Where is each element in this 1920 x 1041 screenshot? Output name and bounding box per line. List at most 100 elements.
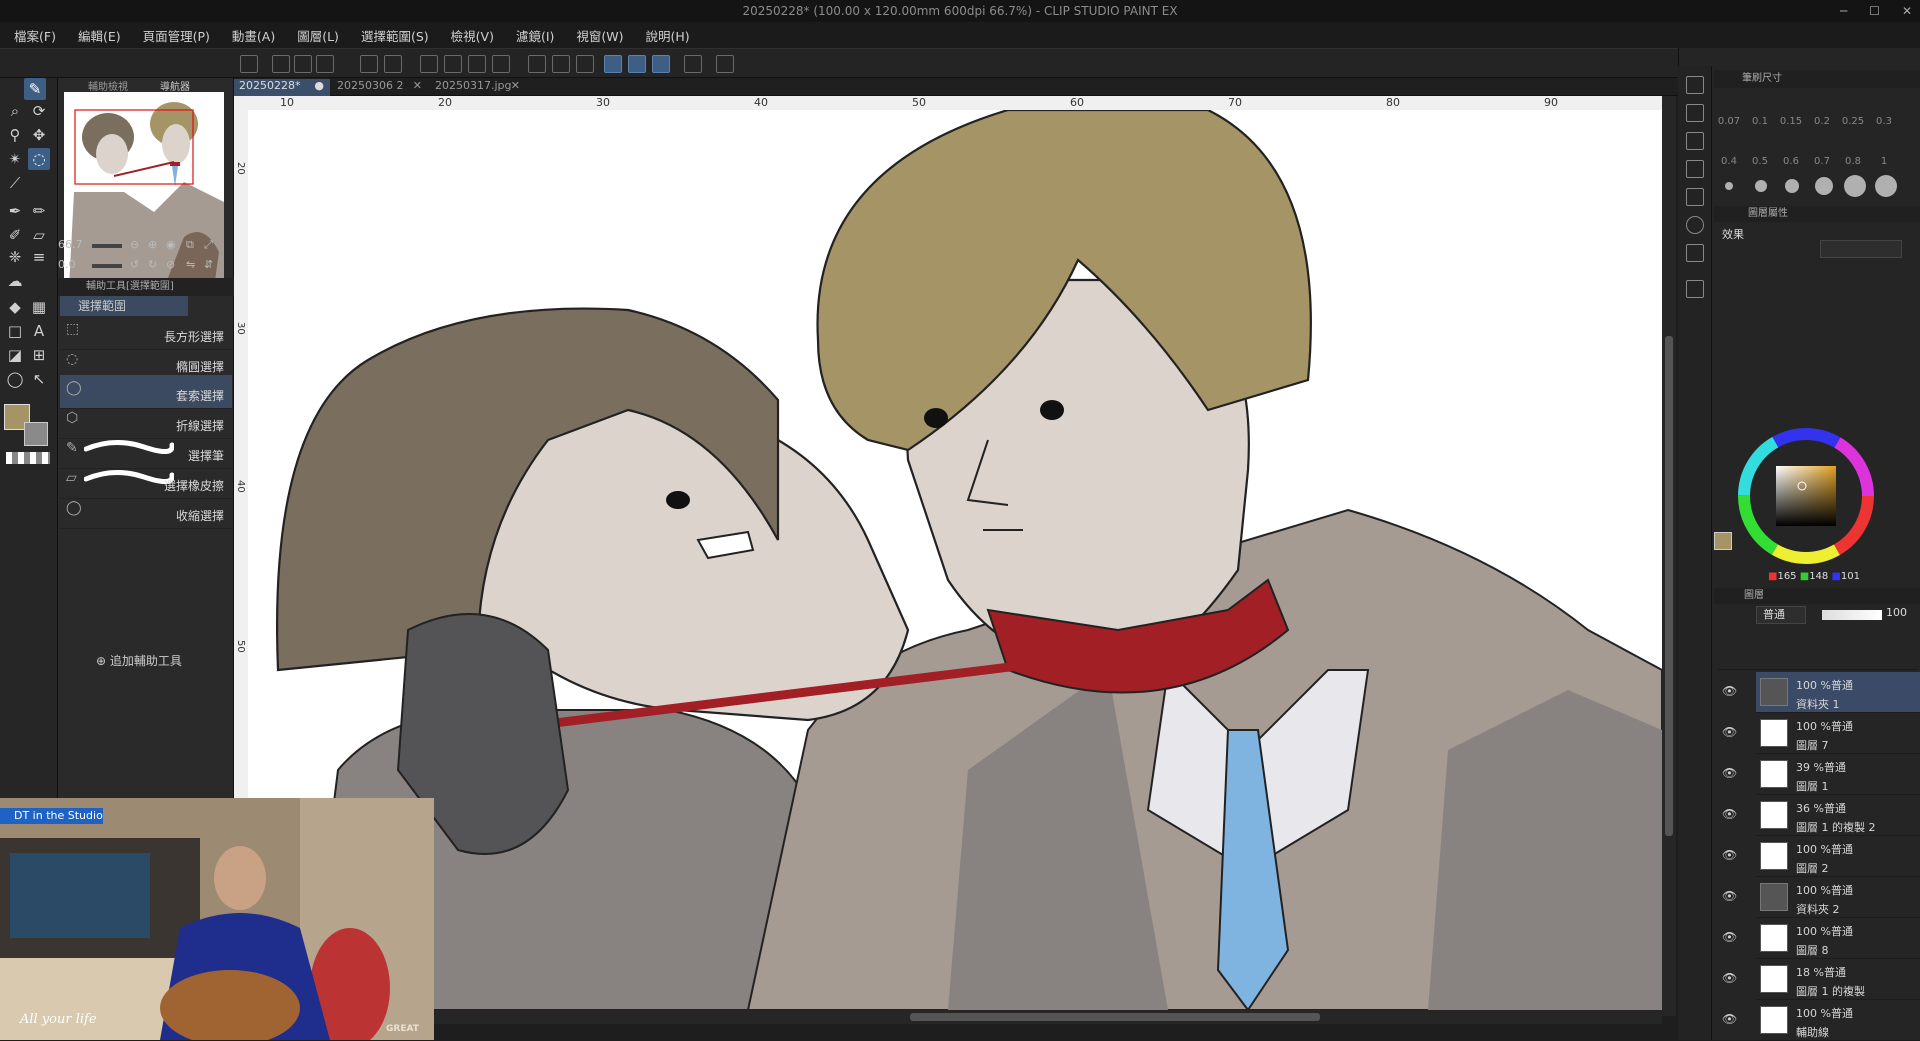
correct-line-icon[interactable]: ↖ xyxy=(28,368,50,390)
size-dot[interactable] xyxy=(1875,175,1897,197)
menu-selection[interactable]: 選擇範圍(S) xyxy=(361,26,429,45)
save-icon[interactable] xyxy=(316,55,334,73)
help-icon[interactable] xyxy=(716,55,734,73)
size-0.1[interactable]: 0.1 xyxy=(1745,116,1775,127)
size-1[interactable]: 1 xyxy=(1869,156,1899,167)
eye-icon[interactable]: 👁 xyxy=(1722,930,1737,944)
animation-icon[interactable] xyxy=(1686,280,1704,298)
opacity-value[interactable]: 100 xyxy=(1886,606,1907,619)
pen-tool-icon[interactable]: ✎ xyxy=(24,78,46,100)
flip-h-icon[interactable]: ⇋ xyxy=(186,258,195,271)
clear-icon[interactable] xyxy=(444,55,462,73)
size-dot[interactable] xyxy=(1755,180,1767,192)
pen-icon[interactable]: ✒ xyxy=(4,200,26,222)
layer-row[interactable]: 👁 100 %普通 圖層 7 xyxy=(1722,713,1920,754)
text-icon[interactable]: A xyxy=(28,320,50,342)
effect-buttons[interactable] xyxy=(1820,240,1902,258)
zoom-out-icon[interactable]: ⊖ xyxy=(130,238,139,251)
size-0.7[interactable]: 0.7 xyxy=(1807,156,1837,167)
lasso-select-icon[interactable]: ◌ xyxy=(28,148,50,170)
invert-icon[interactable] xyxy=(552,55,570,73)
eye-icon[interactable]: 👁 xyxy=(1722,889,1737,903)
size-0.4[interactable]: 0.4 xyxy=(1714,156,1744,167)
wheel-main-swatch[interactable] xyxy=(1714,532,1732,550)
layer-row[interactable]: 👁 100 %普通 輔助線 xyxy=(1722,1000,1920,1041)
color-wheel[interactable] xyxy=(1714,408,1920,584)
eye-icon[interactable]: 👁 xyxy=(1722,766,1737,780)
zoom-fit-icon[interactable]: ◉ xyxy=(166,238,176,251)
close-tab-icon[interactable]: ✕ xyxy=(413,79,422,92)
object-select-icon[interactable]: ⚲ xyxy=(4,124,26,146)
sub-color-swatch[interactable] xyxy=(24,422,48,446)
zoom-icon[interactable]: ⌕ xyxy=(4,100,26,122)
fill-icon[interactable] xyxy=(468,55,486,73)
decoration-icon[interactable]: ❈ xyxy=(4,246,26,268)
deselect-icon[interactable] xyxy=(528,55,546,73)
subtool-group-selection[interactable]: 選擇範圍 xyxy=(60,296,188,316)
gradient-icon[interactable]: ▦ xyxy=(28,296,50,318)
menu-edit[interactable]: 編輯(E) xyxy=(78,26,121,45)
menu-window[interactable]: 視窗(W) xyxy=(576,26,623,45)
size-0.2[interactable]: 0.2 xyxy=(1807,116,1837,127)
size-0.6[interactable]: 0.6 xyxy=(1776,156,1806,167)
snap-grid-icon[interactable] xyxy=(652,55,670,73)
size-dot[interactable] xyxy=(1844,175,1866,197)
lasso-move-icon[interactable]: ⟳ xyxy=(28,100,50,122)
rotate-value[interactable]: 0.0 xyxy=(58,258,76,271)
app-icon[interactable] xyxy=(240,55,258,73)
color-mix-icon[interactable] xyxy=(1686,216,1704,234)
size-0.3[interactable]: 0.3 xyxy=(1869,116,1899,127)
zoom-value[interactable]: 66.7 xyxy=(58,238,83,251)
material-icon[interactable] xyxy=(1686,76,1704,94)
snap-special-icon[interactable] xyxy=(628,55,646,73)
ruler-icon[interactable]: ⊞ xyxy=(28,344,50,366)
size-dot[interactable] xyxy=(1725,182,1733,190)
menu-file[interactable]: 檔案(F) xyxy=(14,26,56,45)
material-icon[interactable] xyxy=(1686,104,1704,122)
zoom-in-icon[interactable]: ⊕ xyxy=(148,238,157,251)
eye-icon[interactable]: 👁 xyxy=(1722,971,1737,985)
subtool-selection-pen[interactable]: ✎ 選擇筆 xyxy=(60,435,232,469)
zoom-slider[interactable] xyxy=(92,244,122,248)
size-0.5[interactable]: 0.5 xyxy=(1745,156,1775,167)
layer-row[interactable]: 👁 100 %普通 資料夾 2 xyxy=(1722,877,1920,918)
eyedropper-icon[interactable]: ⟋ xyxy=(4,172,26,194)
airbrush-icon[interactable]: ☁ xyxy=(4,270,26,292)
size-0.8[interactable]: 0.8 xyxy=(1838,156,1868,167)
layer-row[interactable]: 👁 39 %普通 圖層 1 xyxy=(1722,754,1920,795)
subtool-lasso-select[interactable]: ◯ 套索選擇 xyxy=(60,375,232,409)
maximize-button[interactable]: ☐ xyxy=(1869,4,1880,18)
eraser-icon[interactable]: ▱ xyxy=(28,224,50,246)
move-icon[interactable]: ✥ xyxy=(28,124,50,146)
blend-mode-select[interactable]: 普通 xyxy=(1756,606,1806,624)
subtool-shrink-select[interactable]: ◯ 收縮選擇 xyxy=(60,495,232,529)
close-tab-icon[interactable]: ✕ xyxy=(511,79,520,92)
minimize-button[interactable]: ─ xyxy=(1840,4,1847,18)
scroll-thumb[interactable] xyxy=(1665,336,1673,836)
scroll-thumb[interactable] xyxy=(910,1013,1320,1021)
frame-icon[interactable]: ◪ xyxy=(4,344,26,366)
layer-row[interactable]: 👁 36 %普通 圖層 1 的複製 2 xyxy=(1722,795,1920,836)
add-subtool-button[interactable]: ⊕ 追加輔助工具 xyxy=(96,652,182,669)
menu-layer[interactable]: 圖層(L) xyxy=(297,26,339,45)
undo-icon[interactable] xyxy=(360,55,378,73)
material-icon[interactable] xyxy=(1686,160,1704,178)
pencil-icon[interactable]: ✏ xyxy=(28,200,50,222)
eye-icon[interactable]: 👁 xyxy=(1722,848,1737,862)
eye-icon[interactable]: 👁 xyxy=(1722,725,1737,739)
zoom-fill-icon[interactable]: ⤢ xyxy=(204,238,213,252)
figure-icon[interactable]: □ xyxy=(4,320,26,342)
magic-wand-icon[interactable]: ✴ xyxy=(4,148,26,170)
history-icon[interactable] xyxy=(1686,244,1704,262)
rotate-slider[interactable] xyxy=(92,264,122,268)
zoom-actual-icon[interactable]: ⧉ xyxy=(186,238,194,252)
opacity-slider[interactable] xyxy=(1822,610,1882,620)
new-file-icon[interactable] xyxy=(272,55,290,73)
redo-icon[interactable] xyxy=(384,55,402,73)
subtool-selection-eraser[interactable]: ▱ 選擇橡皮擦 xyxy=(60,465,232,499)
fill-bucket-icon[interactable]: ◆ xyxy=(4,296,26,318)
border-icon[interactable] xyxy=(576,55,594,73)
doc-tab-20250306[interactable]: 20250306 2 ✕ xyxy=(332,79,428,96)
balloon-icon[interactable]: ◯ xyxy=(4,368,26,390)
eye-icon[interactable]: 👁 xyxy=(1722,807,1737,821)
